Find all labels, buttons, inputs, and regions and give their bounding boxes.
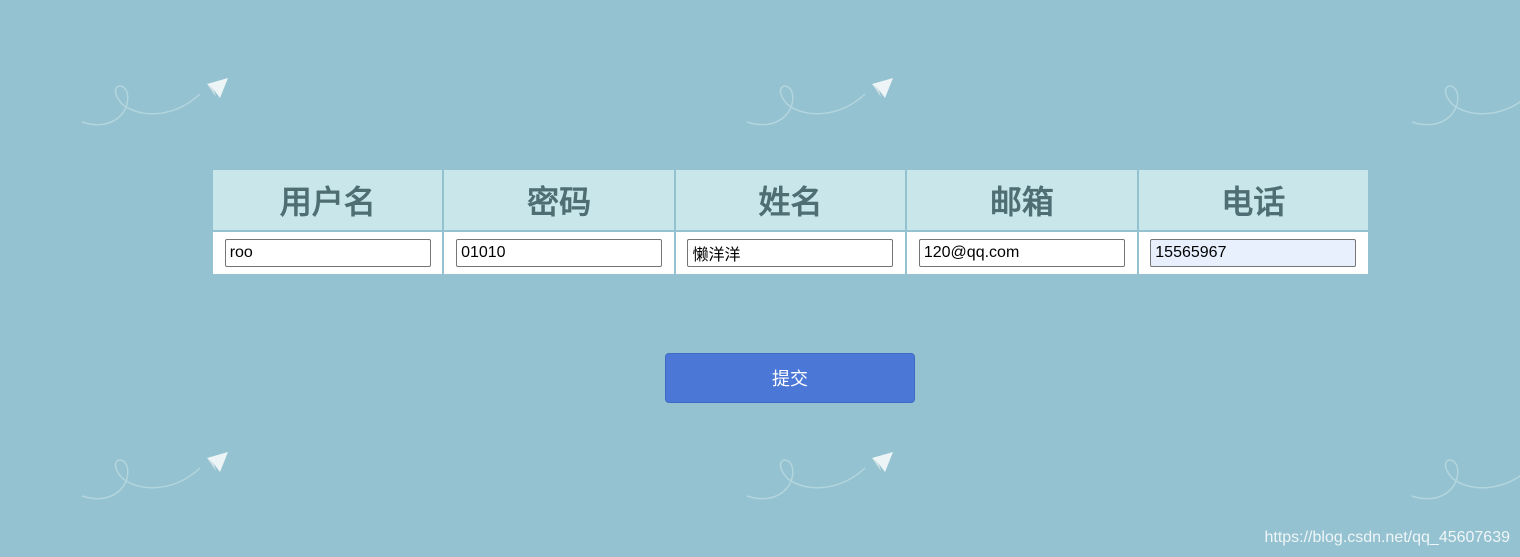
header-username: 用户名 <box>210 168 445 232</box>
password-cell <box>442 230 676 276</box>
paper-plane-icon <box>1411 459 1520 500</box>
password-input[interactable] <box>456 239 663 267</box>
paper-plane-icon <box>1411 85 1520 126</box>
submit-button[interactable]: 提交 <box>665 353 915 403</box>
email-input[interactable] <box>918 239 1125 267</box>
phone-cell <box>1136 230 1371 276</box>
registration-table: 用户名 密码 姓名 邮箱 电话 <box>210 168 1371 276</box>
name-cell <box>673 230 908 276</box>
username-input[interactable] <box>224 239 431 267</box>
paper-plane-icon <box>746 78 893 126</box>
phone-input[interactable] <box>1150 239 1357 267</box>
header-phone: 电话 <box>1136 168 1371 232</box>
table-header-row: 用户名 密码 姓名 邮箱 电话 <box>210 168 1371 232</box>
email-cell <box>905 230 1139 276</box>
watermark-text: https://blog.csdn.net/qq_45607639 <box>1264 529 1510 546</box>
username-cell <box>210 230 445 276</box>
name-input[interactable] <box>687 239 894 267</box>
paper-plane-icon <box>746 452 893 500</box>
header-name: 姓名 <box>673 168 908 232</box>
header-password: 密码 <box>442 168 676 232</box>
paper-plane-icon <box>81 78 228 126</box>
header-email: 邮箱 <box>905 168 1139 232</box>
paper-plane-icon <box>81 452 228 500</box>
table-row <box>210 230 1371 276</box>
